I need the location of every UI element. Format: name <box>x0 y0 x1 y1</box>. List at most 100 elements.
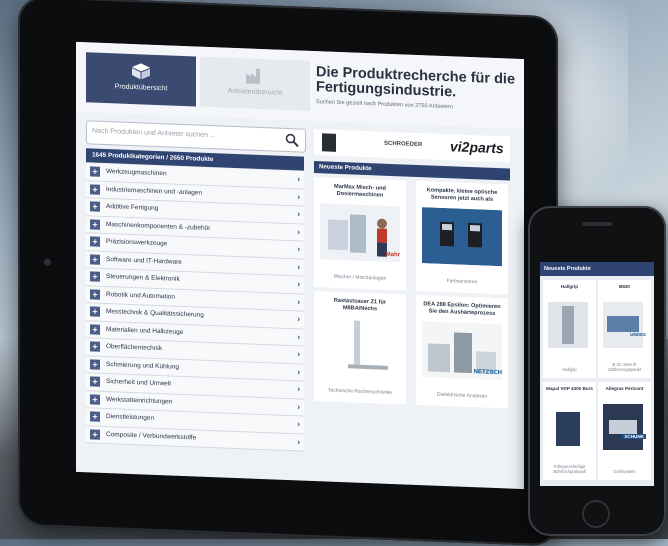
plus-icon: + <box>90 218 100 230</box>
chevron-right-icon: › <box>297 296 300 306</box>
product-image <box>603 404 643 450</box>
category-label: Dienstleistungen <box>106 413 155 422</box>
product-image <box>603 302 643 348</box>
phone-product-card[interactable]: Allegras Pericont SCHUNK Greifsystem <box>598 382 651 480</box>
document-logo-icon <box>322 133 336 152</box>
category-label: Additive Fertigung <box>106 203 159 213</box>
category-label: Composite / Verbundwerkstoffe <box>106 430 197 441</box>
tablet-screen: Produktübersicht Anbieterübersicht Die P… <box>76 41 524 490</box>
product-image <box>548 302 588 348</box>
product-caption: Fahrgerecht/digit Bohrlochgrabwall <box>553 464 586 474</box>
plus-icon: + <box>90 306 100 317</box>
chevron-right-icon: › <box>297 279 300 289</box>
product-title: Rastastsauer Z1 für M8BA/Nechs <box>333 297 387 313</box>
product-title: B830 <box>619 284 630 289</box>
category-label: Maschinenkomponenten & -zubehör <box>106 220 211 232</box>
brand-label: NETZSCH <box>473 369 502 377</box>
search-placeholder: Nach Produkten und Anbieter suchen ... <box>92 127 216 140</box>
plus-icon: + <box>90 183 100 195</box>
plus-icon: + <box>90 271 100 282</box>
product-card[interactable]: Kompakte, kleine optische Sensoren jetzt… <box>416 180 508 295</box>
category-label: Materialien und Halbzeuge <box>106 325 184 336</box>
product-image <box>422 207 502 267</box>
phone-device: Neueste Produkte Hallgrip Hallgrip B830 … <box>528 206 666 536</box>
schroeder-logo[interactable]: SCHROEDER <box>384 141 422 148</box>
camera-icon <box>44 258 51 266</box>
chevron-right-icon: › <box>297 174 300 184</box>
tab-label: Produktübersicht <box>114 83 168 93</box>
product-card[interactable]: MarMax Misch- und Dosiermaschinen Mahr M… <box>314 176 406 291</box>
plus-icon: + <box>90 323 100 335</box>
product-title: MarMax Misch- und Dosiermaschinen <box>334 183 386 199</box>
product-caption: Greifsystem <box>613 469 636 474</box>
chevron-right-icon: › <box>297 209 300 219</box>
cube-icon <box>132 63 150 80</box>
plus-icon: + <box>90 236 100 247</box>
phone-product-card[interactable]: Hallgrip Hallgrip <box>543 280 596 378</box>
phone-product-card[interactable]: Mapal VDP 4300 Burs Fahrgerecht/digit Bo… <box>543 382 596 480</box>
plus-icon: + <box>90 166 100 177</box>
product-caption: Hallgrip <box>562 367 577 372</box>
tab-product-overview[interactable]: Produktübersicht <box>86 52 196 107</box>
category-label: Robotik und Automation <box>106 290 176 301</box>
search-icon[interactable] <box>285 133 299 148</box>
brand-label: SCHUNK <box>622 434 646 439</box>
chevron-right-icon: › <box>297 366 300 376</box>
category-label: Messtechnik & Qualitätssicherung <box>106 308 204 319</box>
tab-supplier-overview[interactable]: Anbieterübersicht <box>200 56 310 111</box>
chevron-right-icon: › <box>297 226 300 236</box>
plus-icon: + <box>90 253 100 265</box>
product-title: DEA 288 Epsilon: Optimieren Sie den Aush… <box>423 301 501 317</box>
category-label: Werkzeugmaschinen <box>106 168 167 178</box>
product-image <box>320 317 400 377</box>
brand-label: UNISIG <box>630 332 646 337</box>
product-caption: B Zu unter fit Zahleinzogspunkt <box>608 362 641 372</box>
product-title: Mapal VDP 4300 Burs <box>546 386 593 391</box>
search-input[interactable]: Nach Produkten und Anbieter suchen ... <box>86 120 306 153</box>
plus-icon: + <box>90 376 100 387</box>
category-label: Industriemaschinen und -anlagen <box>106 185 203 197</box>
product-title: Allegras Pericont <box>605 386 644 391</box>
factory-icon <box>246 68 260 84</box>
product-caption: Mischer / Mischanlagen <box>333 273 387 282</box>
product-card[interactable]: Rastastsauer Z1 für M8BA/Nechs Technisch… <box>314 290 406 405</box>
product-title: Kompakte, kleine optische Sensoren jetzt… <box>426 187 498 203</box>
category-label: Steuerungen & Elektronik <box>106 273 180 283</box>
speaker-icon <box>582 222 612 226</box>
product-caption: Technische Rechenschränke <box>328 387 392 396</box>
category-label: Software und IT-Hardware <box>106 255 182 266</box>
chevron-right-icon: › <box>297 261 300 271</box>
phone-new-products-header: Neueste Produkte <box>540 262 654 276</box>
brand-label: Mahr <box>385 251 400 259</box>
phone-screen: Neueste Produkte Hallgrip Hallgrip B830 … <box>540 262 654 486</box>
plus-icon: + <box>90 201 100 212</box>
phone-product-card[interactable]: B830 UNISIG B Zu unter fit Zahleinzogspu… <box>598 280 651 378</box>
chevron-right-icon: › <box>297 331 300 341</box>
chevron-right-icon: › <box>297 314 300 324</box>
product-title: Hallgrip <box>560 284 579 289</box>
plus-icon: + <box>90 393 100 405</box>
product-card[interactable]: DEA 288 Epsilon: Optimieren Sie den Aush… <box>416 294 508 409</box>
supplier-logos: SCHROEDER vi2parts <box>314 128 510 163</box>
home-button[interactable] <box>582 500 610 528</box>
category-label: Sicherheit und Umwelt <box>106 378 172 388</box>
category-label: Werkstatteinrichtungen <box>106 395 173 406</box>
plus-icon: + <box>90 288 100 300</box>
chevron-right-icon: › <box>297 244 300 254</box>
category-list: + Werkzeugmaschinen › + Industriemaschinen … <box>86 163 304 452</box>
tab-label: Anbieterübersicht <box>227 87 283 97</box>
chevron-right-icon: › <box>297 419 300 429</box>
chevron-right-icon: › <box>297 436 300 446</box>
product-caption: Farbsensoren <box>446 278 478 286</box>
category-label: Oberflächentechnik <box>106 343 163 353</box>
plus-icon: + <box>90 428 100 440</box>
v2parts-logo[interactable]: vi2parts <box>450 138 504 156</box>
plus-icon: + <box>90 358 100 370</box>
chevron-right-icon: › <box>297 401 300 411</box>
chevron-right-icon: › <box>297 191 300 201</box>
chevron-right-icon: › <box>297 349 300 359</box>
plus-icon: + <box>90 341 100 352</box>
category-label: Präzisionswerkzeuge <box>106 238 168 248</box>
plus-icon: + <box>90 411 100 422</box>
tablet-device: Produktübersicht Anbieterübersicht Die P… <box>18 0 558 546</box>
